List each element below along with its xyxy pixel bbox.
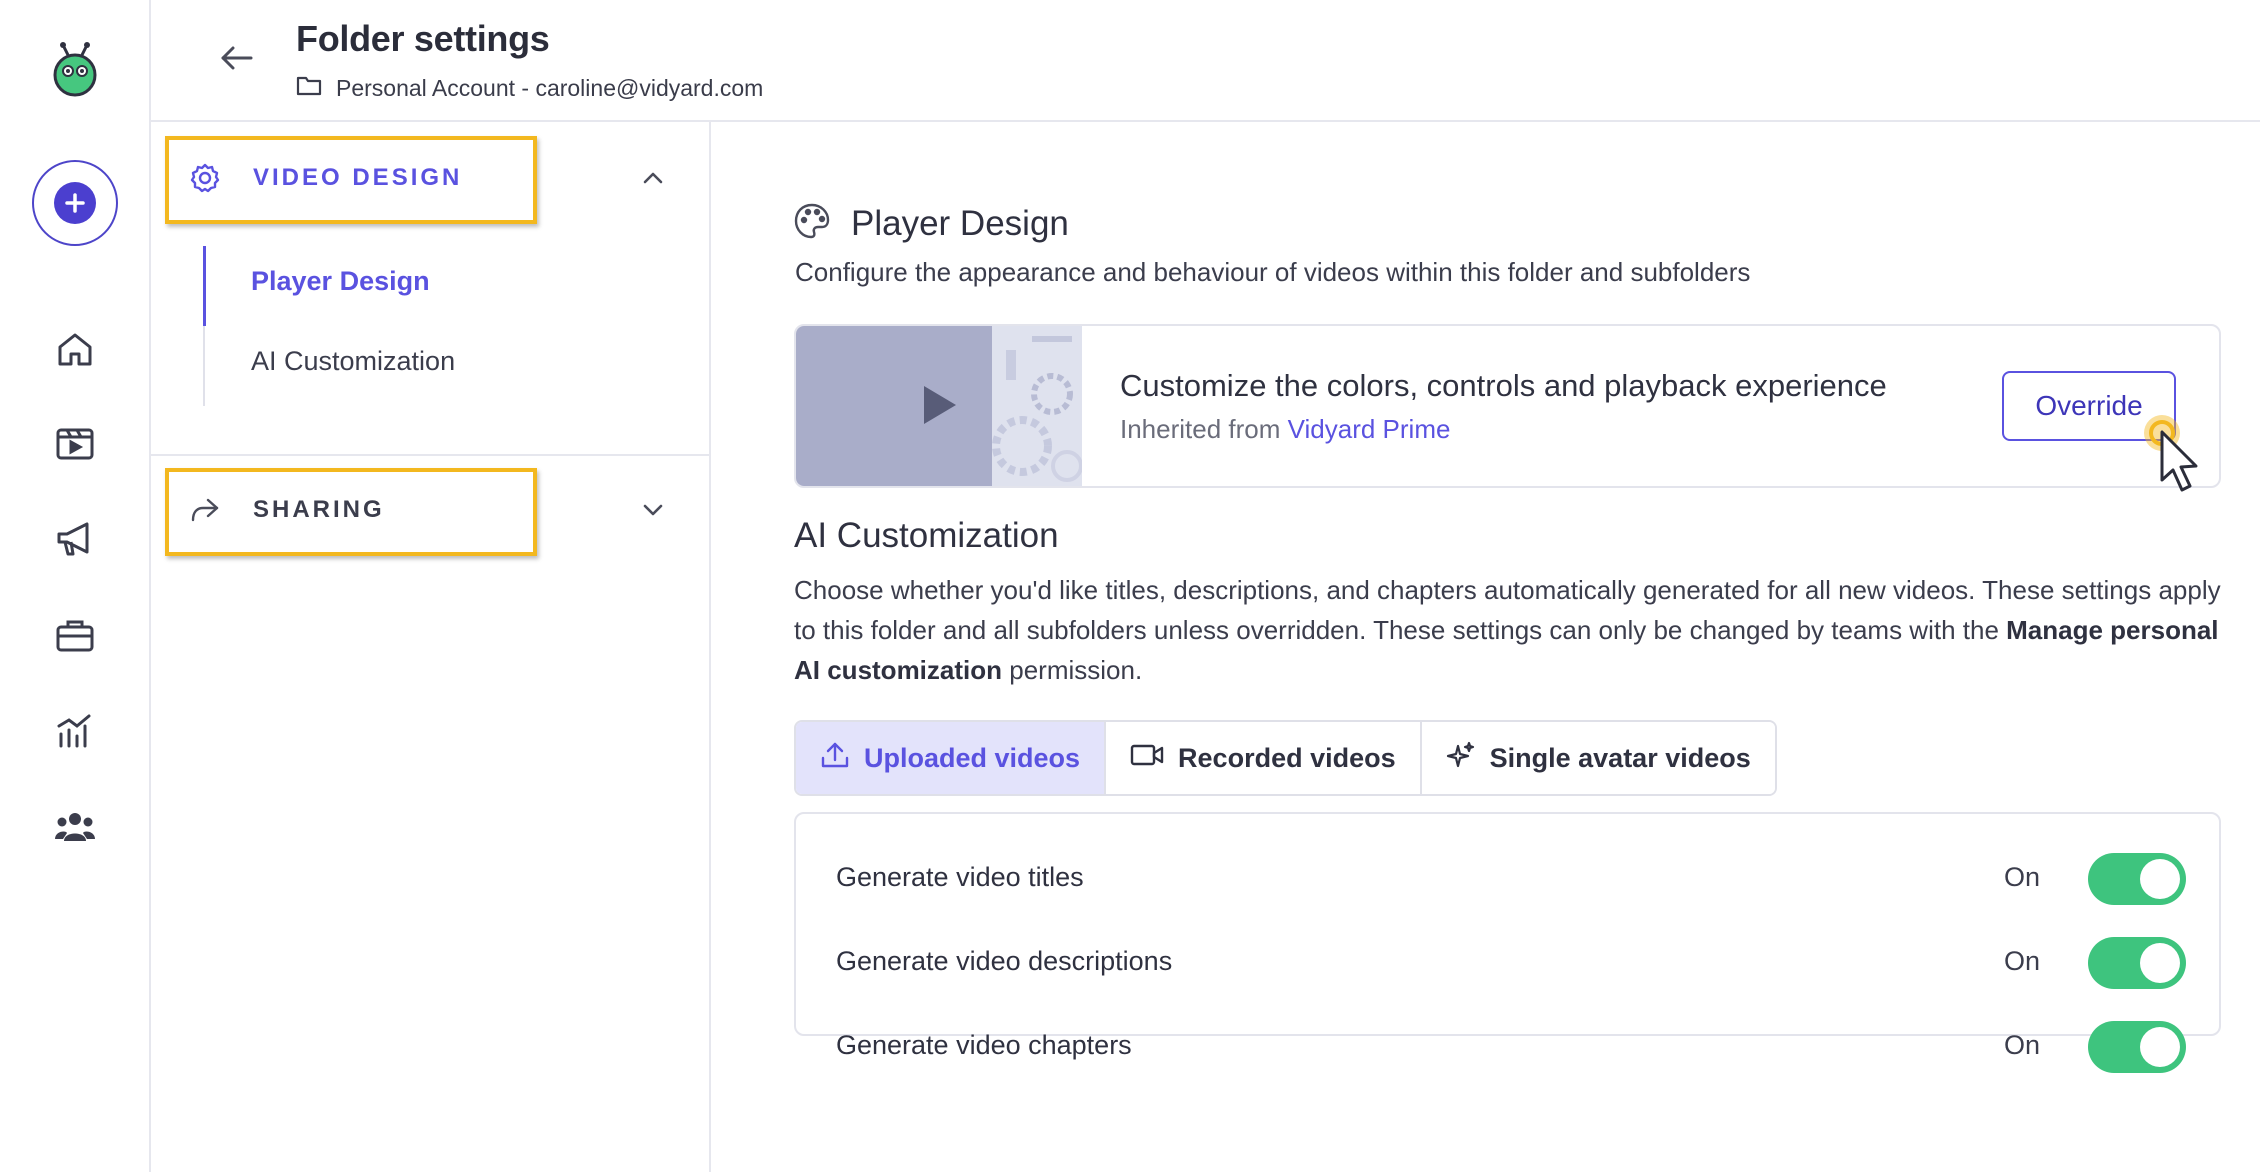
video-camera-icon xyxy=(1130,743,1164,774)
tab-recorded-videos[interactable]: Recorded videos xyxy=(1106,722,1422,794)
section-video-design[interactable]: VIDEO DESIGN xyxy=(151,130,709,224)
ai-customization-title: AI Customization xyxy=(794,516,1059,555)
toggle-state: On xyxy=(2004,1030,2041,1060)
toggle-switch[interactable] xyxy=(2088,853,2186,905)
create-plus-icon xyxy=(54,182,96,224)
create-button[interactable] xyxy=(32,160,118,246)
tab-label: Recorded videos xyxy=(1178,742,1396,773)
toggle-knob xyxy=(2140,1027,2180,1067)
tab-label: Single avatar videos xyxy=(1489,742,1751,773)
toggle-state: On xyxy=(2004,862,2041,892)
analytics-icon[interactable] xyxy=(46,702,104,760)
card-title: Customize the colors, controls and playb… xyxy=(1120,368,1887,403)
inherited-source-link[interactable]: Vidyard Prime xyxy=(1288,414,1451,444)
page-header: Folder settings Personal Account - carol… xyxy=(151,0,2260,122)
player-design-title: Player Design xyxy=(851,203,1069,243)
ai-toggles-panel: Generate video titles On Generate video … xyxy=(794,812,2221,1073)
campaigns-icon[interactable] xyxy=(46,510,104,568)
video-type-tabs: Uploaded videos Recorded videos Single a… xyxy=(794,720,1777,796)
toggle-row-titles: Generate video titles On xyxy=(836,850,2186,906)
mouse-cursor-icon xyxy=(2140,408,2210,494)
toggle-switch[interactable] xyxy=(2088,1021,2186,1073)
toggle-switch[interactable] xyxy=(2088,937,2186,989)
active-indicator xyxy=(203,246,206,326)
account-label: Personal Account - caroline@vidyard.com xyxy=(336,74,764,101)
toggle-state: On xyxy=(2004,946,2041,976)
palette-icon xyxy=(793,202,831,245)
upload-icon xyxy=(820,741,850,776)
inherited-from: Inherited from Vidyard Prime xyxy=(1120,414,1450,445)
toggle-row-descriptions: Generate video descriptions On xyxy=(836,934,2186,990)
player-design-header: Player Design xyxy=(793,202,1069,245)
subnav-item-player-design[interactable]: Player Design xyxy=(251,266,430,297)
section-label: VIDEO DESIGN xyxy=(253,164,463,191)
toggle-label: Generate video titles xyxy=(836,862,1084,892)
briefcase-icon[interactable] xyxy=(46,606,104,664)
account-breadcrumb: Personal Account - caroline@vidyard.com xyxy=(296,74,763,102)
home-icon[interactable] xyxy=(46,320,104,378)
toggle-label: Generate video descriptions xyxy=(836,946,1173,976)
play-icon xyxy=(924,386,956,424)
inherited-prefix: Inherited from xyxy=(1120,414,1281,444)
player-design-description: Configure the appearance and behaviour o… xyxy=(795,257,1751,287)
sparkle-icon xyxy=(1446,740,1476,777)
toggle-row-chapters: Generate video chapters On xyxy=(836,1018,2186,1074)
chevron-down-icon[interactable] xyxy=(641,498,665,522)
toggle-knob xyxy=(2140,943,2180,983)
player-design-card: Customize the colors, controls and playb… xyxy=(794,324,2221,488)
section-sharing[interactable]: SHARING xyxy=(151,462,709,556)
folder-icon xyxy=(296,74,322,102)
left-rail xyxy=(0,0,151,1172)
toggle-knob xyxy=(2140,859,2180,899)
team-icon[interactable] xyxy=(46,798,104,856)
gears-illustration xyxy=(992,326,1083,486)
player-thumbnail xyxy=(796,326,1083,486)
gear-icon xyxy=(189,162,221,194)
share-icon xyxy=(189,494,221,526)
videos-icon[interactable] xyxy=(46,414,104,472)
tab-uploaded-videos[interactable]: Uploaded videos xyxy=(796,722,1107,794)
video-design-subnav xyxy=(203,246,206,406)
subnav-item-ai-customization[interactable]: AI Customization xyxy=(251,346,455,377)
back-arrow-icon[interactable] xyxy=(217,40,257,76)
desc-part2: permission. xyxy=(1009,655,1143,685)
toggle-label: Generate video chapters xyxy=(836,1030,1132,1060)
divider xyxy=(151,454,709,456)
settings-nav: VIDEO DESIGN Player Design AI Customizat… xyxy=(151,122,711,1172)
tab-label: Uploaded videos xyxy=(864,742,1081,773)
ai-customization-description: Choose whether you'd like titles, descri… xyxy=(794,570,2224,690)
vidyard-logo-icon[interactable] xyxy=(46,40,104,98)
chevron-up-icon[interactable] xyxy=(641,166,665,190)
tab-single-avatar-videos[interactable]: Single avatar videos xyxy=(1421,722,1775,794)
page-title: Folder settings xyxy=(296,18,550,59)
section-label: SHARING xyxy=(253,496,385,523)
